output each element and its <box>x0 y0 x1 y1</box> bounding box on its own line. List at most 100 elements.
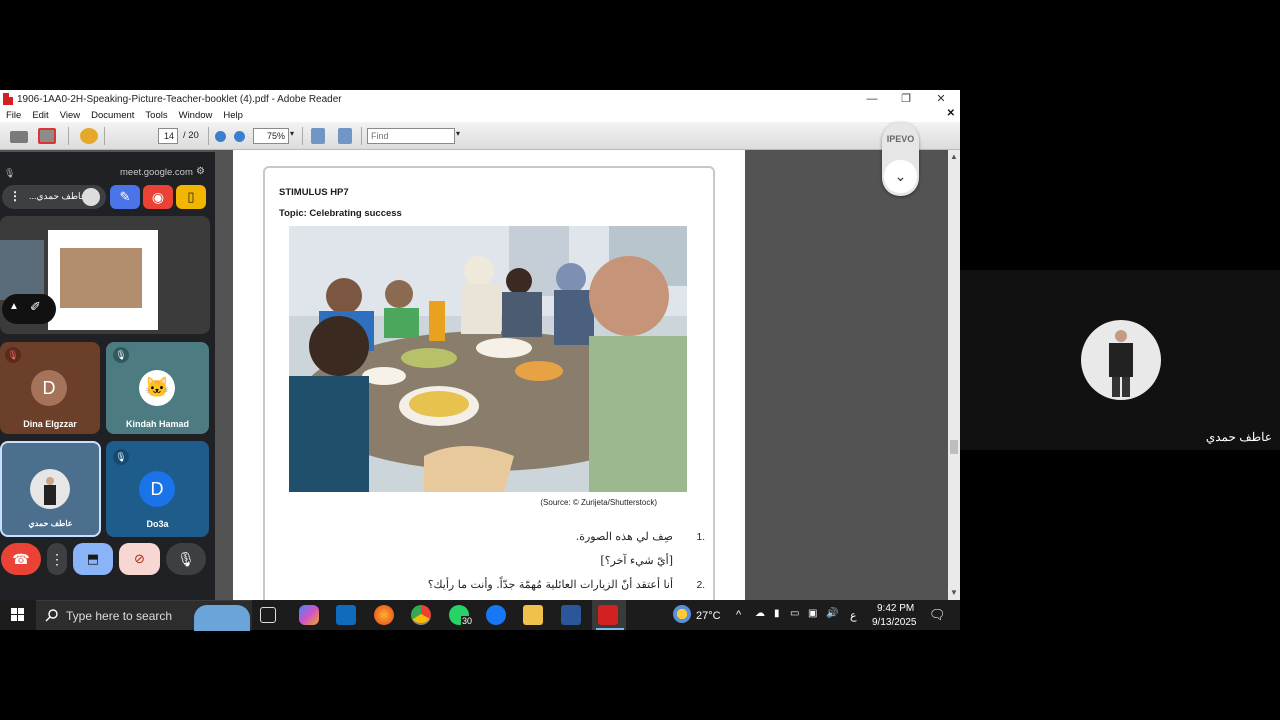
settings-icon[interactable]: ⚙ <box>196 166 205 177</box>
chrome-icon[interactable] <box>411 605 431 625</box>
screen-share-preview[interactable]: ▲ ✐ <box>0 216 210 334</box>
camera-off-icon[interactable]: ⊘ <box>119 543 160 575</box>
question-2-text: أنا أعتقد أنّ الزيارات العائلية مُهمّة ج… <box>427 578 673 591</box>
whiteboard-icon[interactable]: ▯ <box>176 185 206 209</box>
scrollbar-thumb[interactable] <box>950 440 958 454</box>
show-hidden-icons-icon[interactable]: ^ <box>736 609 741 621</box>
find-input[interactable] <box>367 128 455 144</box>
cat-avatar-icon: 🐱 <box>139 370 175 406</box>
participant-tile-self[interactable]: عاطف حمدي <box>0 441 101 537</box>
find-dropdown-icon[interactable]: ▾ <box>456 129 460 138</box>
facebook-icon[interactable] <box>486 605 506 625</box>
family-meal-photo <box>289 226 687 492</box>
menu-document[interactable]: Document <box>91 110 134 121</box>
speaker-panel: عاطف حمدي <box>960 270 1280 450</box>
input-language[interactable]: ع <box>850 609 857 622</box>
speaker-avatar <box>1081 320 1161 400</box>
print-options-icon[interactable] <box>38 128 56 144</box>
meet-url: meet.google.com <box>120 167 193 178</box>
presenter-chip[interactable]: ⋮ عاطف حمدي... <box>2 185 106 209</box>
weather-icon[interactable] <box>673 605 691 623</box>
copilot-icon[interactable] <box>299 605 319 625</box>
search-highlight-icon <box>194 605 250 631</box>
end-call-icon[interactable]: ☎ <box>1 543 41 575</box>
collaborate-icon[interactable] <box>80 128 98 144</box>
avatar: D <box>31 370 67 406</box>
file-explorer-icon[interactable] <box>523 605 543 625</box>
chevron-down-icon[interactable]: ⌄ <box>884 160 917 193</box>
restore-button[interactable]: ❐ <box>889 90 923 108</box>
zoom-select[interactable]: 75% <box>253 128 289 144</box>
mic-off-icon: 🎙 <box>5 347 21 363</box>
zoom-in-icon[interactable] <box>234 131 245 142</box>
ipevo-widget: IPEVO ⌄ <box>882 122 919 196</box>
toolbar: 14 / 20 75% ▾ ▾ <box>0 122 960 174</box>
question-2-number: 2. <box>696 580 705 591</box>
page-number-input[interactable]: 14 <box>158 128 178 144</box>
record-icon[interactable]: ◉ <box>143 185 173 209</box>
volume-icon[interactable]: 🔊 <box>826 608 838 619</box>
firefox-icon[interactable] <box>374 605 394 625</box>
word-icon[interactable] <box>561 605 581 625</box>
search-placeholder: Type here to search <box>66 609 173 623</box>
pdf-page: STIMULUS HP7 Topic: Celebrating success <box>233 150 745 600</box>
taskbar-search[interactable]: Type here to search <box>36 600 252 631</box>
scroll-up-icon[interactable]: ▲ <box>950 152 958 161</box>
desktop: 1906-1AA0-2H-Speaking-Picture-Teacher-bo… <box>0 0 1280 720</box>
participant-tile[interactable]: 🎙 D Do3a <box>106 441 209 537</box>
adobe-reader-icon[interactable] <box>598 605 618 625</box>
mic-small-icon: 🎙 <box>4 168 16 178</box>
stop-annotate-icon[interactable]: ✐ <box>30 299 41 315</box>
store-icon[interactable] <box>336 605 356 625</box>
network-icon[interactable]: ▣ <box>808 608 817 619</box>
participant-name: عاطف حمدي <box>28 519 73 528</box>
chevron-up-icon[interactable]: ▲ <box>9 301 19 312</box>
microphone-icon[interactable]: 🎙 <box>166 543 206 575</box>
menu-help[interactable]: Help <box>223 110 243 121</box>
more-options-icon[interactable]: ⋮ <box>9 189 21 203</box>
task-view-icon[interactable] <box>260 607 276 623</box>
zoom-out-icon[interactable] <box>215 131 226 142</box>
menu-window[interactable]: Window <box>179 110 213 121</box>
print-icon[interactable] <box>10 131 28 143</box>
minimize-button[interactable]: — <box>855 90 889 108</box>
presenter-avatar <box>82 188 100 206</box>
mic-off-icon: 🎙 <box>113 347 129 363</box>
notifications-icon[interactable]: 🗨 <box>929 607 946 623</box>
clock-time[interactable]: 9:42 PM <box>877 603 914 614</box>
vertical-scrollbar[interactable]: ▲ ▼ <box>948 150 960 600</box>
stimulus-topic: Topic: Celebrating success <box>279 208 402 219</box>
more-options-icon[interactable]: ⋮ <box>47 543 67 575</box>
menu-file[interactable]: File <box>6 110 21 121</box>
windows-start-icon[interactable] <box>11 608 25 622</box>
stimulus-frame: STIMULUS HP7 Topic: Celebrating success <box>263 166 715 600</box>
question-1-number: 1. <box>696 532 705 543</box>
fit-page-icon[interactable] <box>311 128 325 144</box>
participant-name: Do3a <box>146 519 169 529</box>
temperature: 27°C <box>696 610 721 622</box>
mic-off-icon: 🎙 <box>113 449 129 465</box>
annotate-pen-icon[interactable]: ✎ <box>110 185 140 209</box>
participant-name: Dina Elgzzar <box>23 419 77 429</box>
question-1-followup: [أيّ شيء آخر؟] <box>600 554 673 567</box>
avatar: D <box>139 471 175 507</box>
present-screen-icon[interactable]: ⬒ <box>73 543 113 575</box>
usb-icon[interactable]: ▮ <box>774 608 780 619</box>
document-close-button[interactable]: ✕ <box>947 108 955 119</box>
participant-tile[interactable]: 🎙 🐱 Kindah Hamad <box>106 342 209 434</box>
scroll-down-icon[interactable]: ▼ <box>950 588 958 597</box>
full-screen-icon[interactable] <box>338 128 352 144</box>
close-button[interactable]: ✕ <box>924 90 958 108</box>
menu-tools[interactable]: Tools <box>145 110 167 121</box>
battery-icon[interactable]: ▭ <box>790 608 799 619</box>
participant-tile[interactable]: 🎙 D Dina Elgzzar <box>0 342 100 434</box>
zoom-dropdown-icon[interactable]: ▾ <box>290 129 294 138</box>
avatar <box>30 469 70 509</box>
clock-date[interactable]: 9/13/2025 <box>872 617 917 628</box>
menu-view[interactable]: View <box>60 110 80 121</box>
share-controls[interactable]: ▲ ✐ <box>2 294 56 324</box>
menu-edit[interactable]: Edit <box>32 110 48 121</box>
window-title: 1906-1AA0-2H-Speaking-Picture-Teacher-bo… <box>17 93 342 105</box>
onedrive-icon[interactable]: ☁ <box>755 608 765 619</box>
search-icon <box>45 609 58 622</box>
